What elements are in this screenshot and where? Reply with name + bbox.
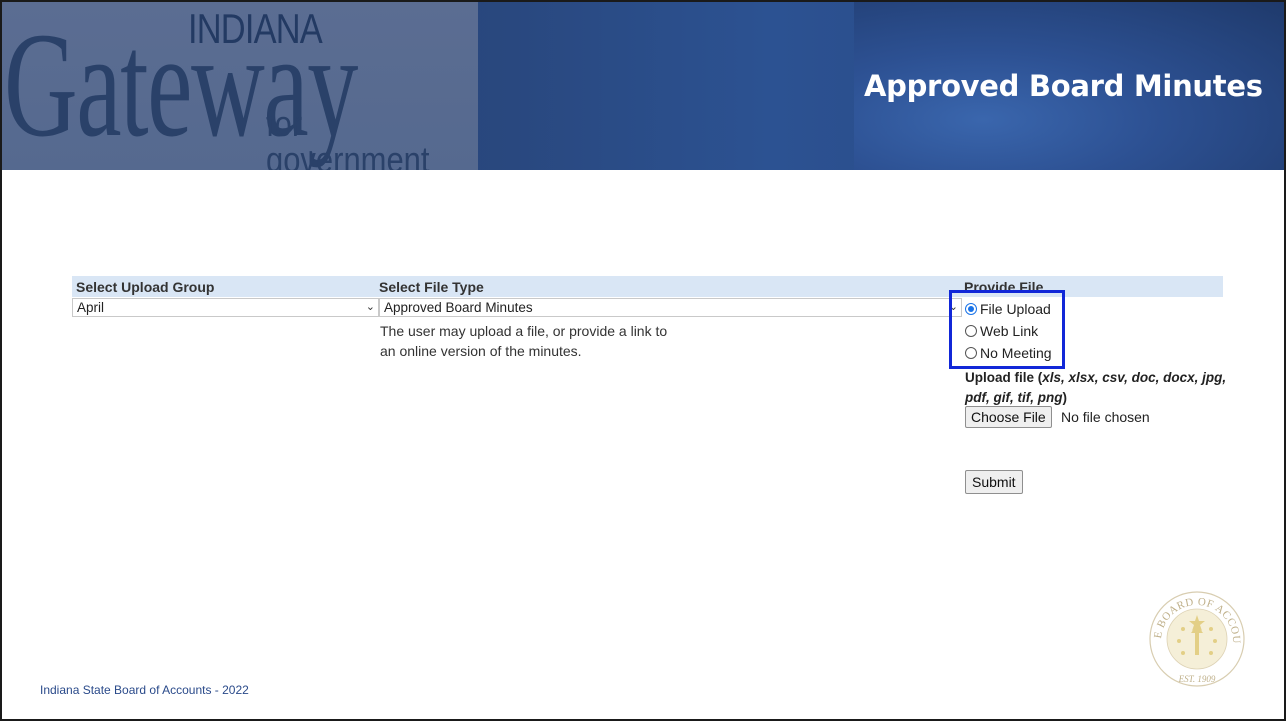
upload-file-label: Upload file (xls, xlsx, csv, doc, docx, … — [965, 368, 1227, 408]
no-file-status: No file chosen — [1061, 409, 1150, 425]
gateway-logo: Gateway INDIANA for government units — [2, 2, 478, 170]
upload-group-value: April — [77, 300, 105, 315]
chevron-down-icon: ⌄ — [365, 301, 375, 313]
description-line: The user may upload a file, or provide a… — [380, 323, 668, 339]
radio-label: File Upload — [980, 301, 1051, 317]
upload-label-prefix: Upload file ( — [965, 370, 1043, 385]
description-line: an online version of the minutes. — [380, 343, 582, 359]
upload-group-select[interactable]: April ⌄ — [72, 298, 379, 317]
file-type-description: The user may upload a file, or provide a… — [380, 321, 710, 361]
submit-button[interactable]: Submit — [965, 470, 1023, 494]
header-banner: Gateway INDIANA for government units App… — [2, 2, 1284, 170]
header-upload-group: Select Upload Group — [76, 279, 215, 295]
radio-web-link[interactable]: Web Link — [965, 323, 1038, 339]
footer-text: Indiana State Board of Accounts - 2022 — [40, 683, 249, 697]
choose-file-button[interactable]: Choose File — [965, 406, 1052, 428]
radio-unselected-icon — [965, 347, 977, 359]
logo-indiana-text: INDIANA — [188, 5, 323, 52]
radio-label: Web Link — [980, 323, 1039, 339]
radio-unselected-icon — [965, 325, 977, 337]
state-board-seal-icon: STATE BOARD OF ACCOUNTS EST. 1909 — [1147, 589, 1245, 687]
upload-label-suffix: ) — [1062, 390, 1067, 405]
radio-label: No Meeting — [980, 345, 1052, 361]
radio-selected-icon — [965, 303, 977, 315]
logo-subtitle: for government units — [266, 103, 430, 171]
file-type-select[interactable]: Approved Board Minutes ⌄ — [379, 298, 962, 317]
seal-est-text: EST. 1909 — [1178, 674, 1216, 684]
radio-no-meeting[interactable]: No Meeting — [965, 345, 1052, 361]
radio-file-upload[interactable]: File Upload — [965, 301, 1051, 317]
file-type-value: Approved Board Minutes — [384, 300, 533, 315]
header-file-type: Select File Type — [379, 279, 484, 295]
page-title: Approved Board Minutes — [864, 69, 1263, 103]
